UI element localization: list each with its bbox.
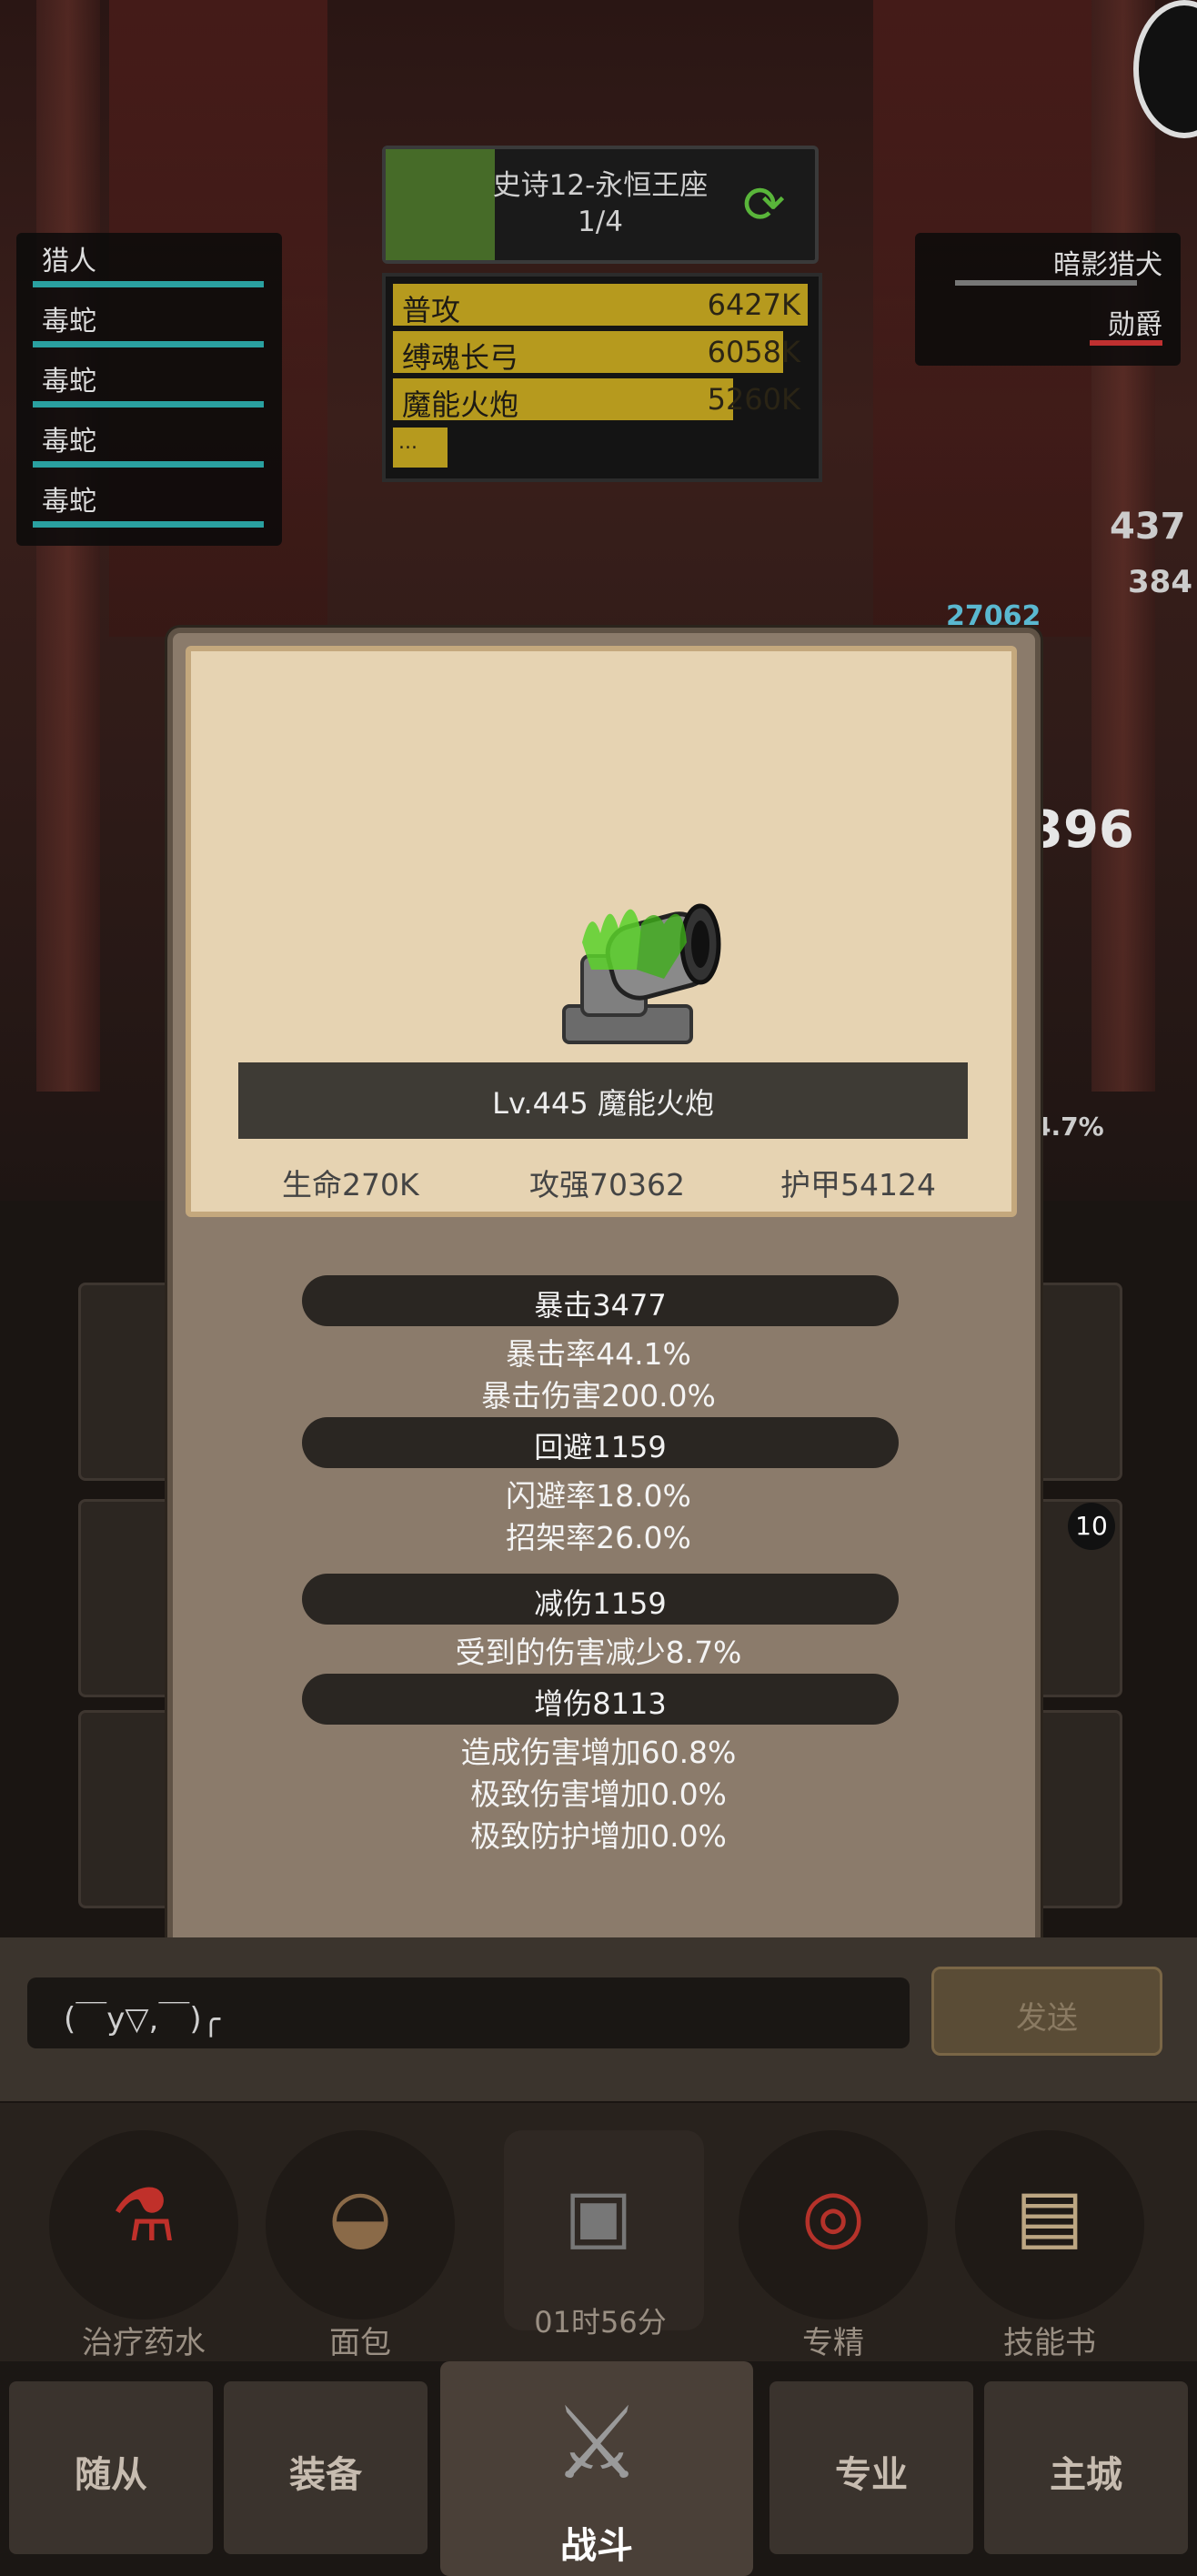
- enemy-hp-bar: [955, 280, 1137, 286]
- stat-attack: 攻强70362: [529, 1167, 685, 1202]
- damage-source: 普攻: [402, 293, 461, 327]
- damage-value: 6058K: [707, 335, 800, 369]
- stat-header-reduction: 减伤1159: [302, 1574, 899, 1625]
- tool-skillbook[interactable]: ▤ 技能书: [955, 2130, 1144, 2361]
- damage-source: 魔能火炮: [402, 387, 519, 422]
- hp-bar: [33, 341, 264, 347]
- crossed-swords-icon: ⚔: [551, 2385, 642, 2501]
- stat-line: 暴击伤害200.0%: [481, 1378, 716, 1414]
- tool-label: 面包: [329, 2325, 391, 2361]
- team-member-name: 毒蛇: [42, 426, 96, 458]
- player-team-list: 猎人 毒蛇 毒蛇 毒蛇 毒蛇: [16, 233, 282, 546]
- stat-line: 造成伤害增加60.8%: [460, 1735, 737, 1770]
- stat-header-label: 暴击3477: [534, 1288, 667, 1323]
- stat-hp: 生命270K: [282, 1167, 419, 1202]
- team-member-name: 毒蛇: [42, 486, 96, 518]
- cannon-icon: [562, 903, 721, 1044]
- team-member[interactable]: 猎人: [25, 233, 264, 293]
- item-detail-popup: Lv.445 魔能火炮 生命270K 攻强70362 护甲54124 暴击347…: [167, 628, 1041, 1956]
- tool-bread[interactable]: ◒ 面包: [266, 2130, 455, 2361]
- boss-panel: 史诗12-永恒王座 1/4 ⟳: [382, 146, 819, 264]
- floating-number: 384: [1128, 564, 1192, 600]
- equip-slot[interactable]: [78, 1499, 173, 1697]
- mastery-icon: ◎: [801, 2173, 865, 2258]
- nav-battle[interactable]: ⚔ 战斗: [440, 2361, 753, 2576]
- stat-line: 招架率26.0%: [506, 1520, 691, 1555]
- nav-label: 战斗: [560, 2525, 633, 2567]
- pillar: [36, 0, 100, 1092]
- nav-equipment[interactable]: 装备: [224, 2381, 428, 2554]
- nav-label: 装备: [289, 2454, 362, 2496]
- nav-label: 随从: [75, 2454, 147, 2496]
- nav-label: 主城: [1050, 2454, 1122, 2496]
- stat-header-dodge: 回避1159: [302, 1417, 899, 1468]
- stat-header-label: 回避1159: [534, 1430, 667, 1464]
- stat-header-label: 增伤8113: [534, 1686, 667, 1721]
- stat-header-damage-boost: 增伤8113: [302, 1674, 899, 1725]
- damage-row: 普攻 6427K: [393, 284, 808, 327]
- skillbook-icon: ▤: [1015, 2173, 1084, 2258]
- equip-slot[interactable]: [1028, 1710, 1122, 1908]
- send-button-label: 发送: [1016, 2000, 1078, 2037]
- equip-slot[interactable]: [78, 1710, 173, 1908]
- enemy-name: 勋爵: [1108, 309, 1162, 341]
- stat-line: 极致防护增加0.0%: [470, 1818, 727, 1854]
- bottom-nav: 随从 装备 ⚔ 战斗 专业 主城: [0, 2361, 1197, 2576]
- stat-line: 受到的伤害减少8.7%: [455, 1635, 742, 1670]
- item-card: Lv.445 魔能火炮 生命270K 攻强70362 护甲54124: [186, 646, 1017, 1217]
- hp-bar: [33, 461, 264, 468]
- chat-input-text: (￣y▽,￣)╭: [64, 2001, 221, 2038]
- team-member[interactable]: 毒蛇: [25, 473, 264, 533]
- damage-value: 5260K: [707, 382, 800, 417]
- nav-label: 专业: [835, 2454, 908, 2496]
- damage-value: 6427K: [707, 287, 800, 322]
- team-member-name: 毒蛇: [42, 366, 96, 397]
- nav-city[interactable]: 主城: [984, 2381, 1188, 2554]
- hp-bar: [33, 281, 264, 287]
- team-member[interactable]: 毒蛇: [25, 293, 264, 353]
- equip-slot[interactable]: [1028, 1283, 1122, 1481]
- chest-icon: ▣: [564, 2173, 633, 2258]
- hp-bar: [33, 401, 264, 408]
- tool-potion[interactable]: ⚗ 治疗药水: [49, 2130, 238, 2361]
- tool-label: 技能书: [1003, 2325, 1096, 2361]
- send-button[interactable]: 发送: [931, 1967, 1162, 2056]
- team-member[interactable]: 毒蛇: [25, 413, 264, 473]
- bread-icon: ◒: [328, 2173, 392, 2258]
- damage-row: 缚魂长弓 6058K: [393, 331, 808, 375]
- damage-ranking-panel: 普攻 6427K 缚魂长弓 6058K 魔能火炮 5260K ...: [382, 273, 822, 482]
- chest-timer: 01时56分: [534, 2305, 667, 2340]
- potion-icon: ⚗: [111, 2173, 176, 2258]
- tool-label: 治疗药水: [82, 2325, 206, 2361]
- nav-profession[interactable]: 专业: [770, 2381, 973, 2554]
- equip-slot[interactable]: [78, 1283, 173, 1481]
- hp-bar: [33, 521, 264, 528]
- count-badge: 10: [1068, 1503, 1115, 1550]
- floating-number: 437: [1110, 506, 1186, 548]
- nav-companions[interactable]: 随从: [9, 2381, 213, 2554]
- enemy-hp-bar: [1090, 340, 1162, 346]
- stat-header-label: 减伤1159: [534, 1586, 667, 1621]
- damage-source: 缚魂长弓: [402, 340, 519, 375]
- stat-armor: 护甲54124: [780, 1167, 936, 1202]
- stat-line: 闪避率18.0%: [506, 1478, 691, 1514]
- refresh-icon[interactable]: ⟳: [735, 176, 793, 235]
- floating-number: 396: [1028, 800, 1134, 860]
- damage-row: 魔能火炮 5260K: [393, 378, 808, 422]
- item-title: Lv.445 魔能火炮: [492, 1086, 714, 1121]
- team-member[interactable]: 毒蛇: [25, 353, 264, 413]
- side-percent: 4.7%: [1033, 1112, 1104, 1142]
- team-member-name: 毒蛇: [42, 306, 96, 337]
- tool-label: 专精: [802, 2325, 864, 2361]
- stat-line: 极致伤害增加0.0%: [470, 1776, 727, 1812]
- damage-more[interactable]: ...: [393, 428, 448, 468]
- stat-header-crit: 暴击3477: [302, 1275, 899, 1326]
- enemy-team-list: 暗影猎犬 勋爵: [915, 233, 1181, 366]
- stat-line: 暴击率44.1%: [506, 1336, 691, 1372]
- enemy-name: 暗影猎犬: [1053, 249, 1162, 281]
- item-title-bar: Lv.445 魔能火炮: [238, 1062, 968, 1139]
- tool-mastery[interactable]: ◎ 专精: [739, 2130, 928, 2361]
- team-member-name: 猎人: [42, 246, 96, 277]
- chat-input[interactable]: (￣y▽,￣)╭: [27, 1977, 910, 2048]
